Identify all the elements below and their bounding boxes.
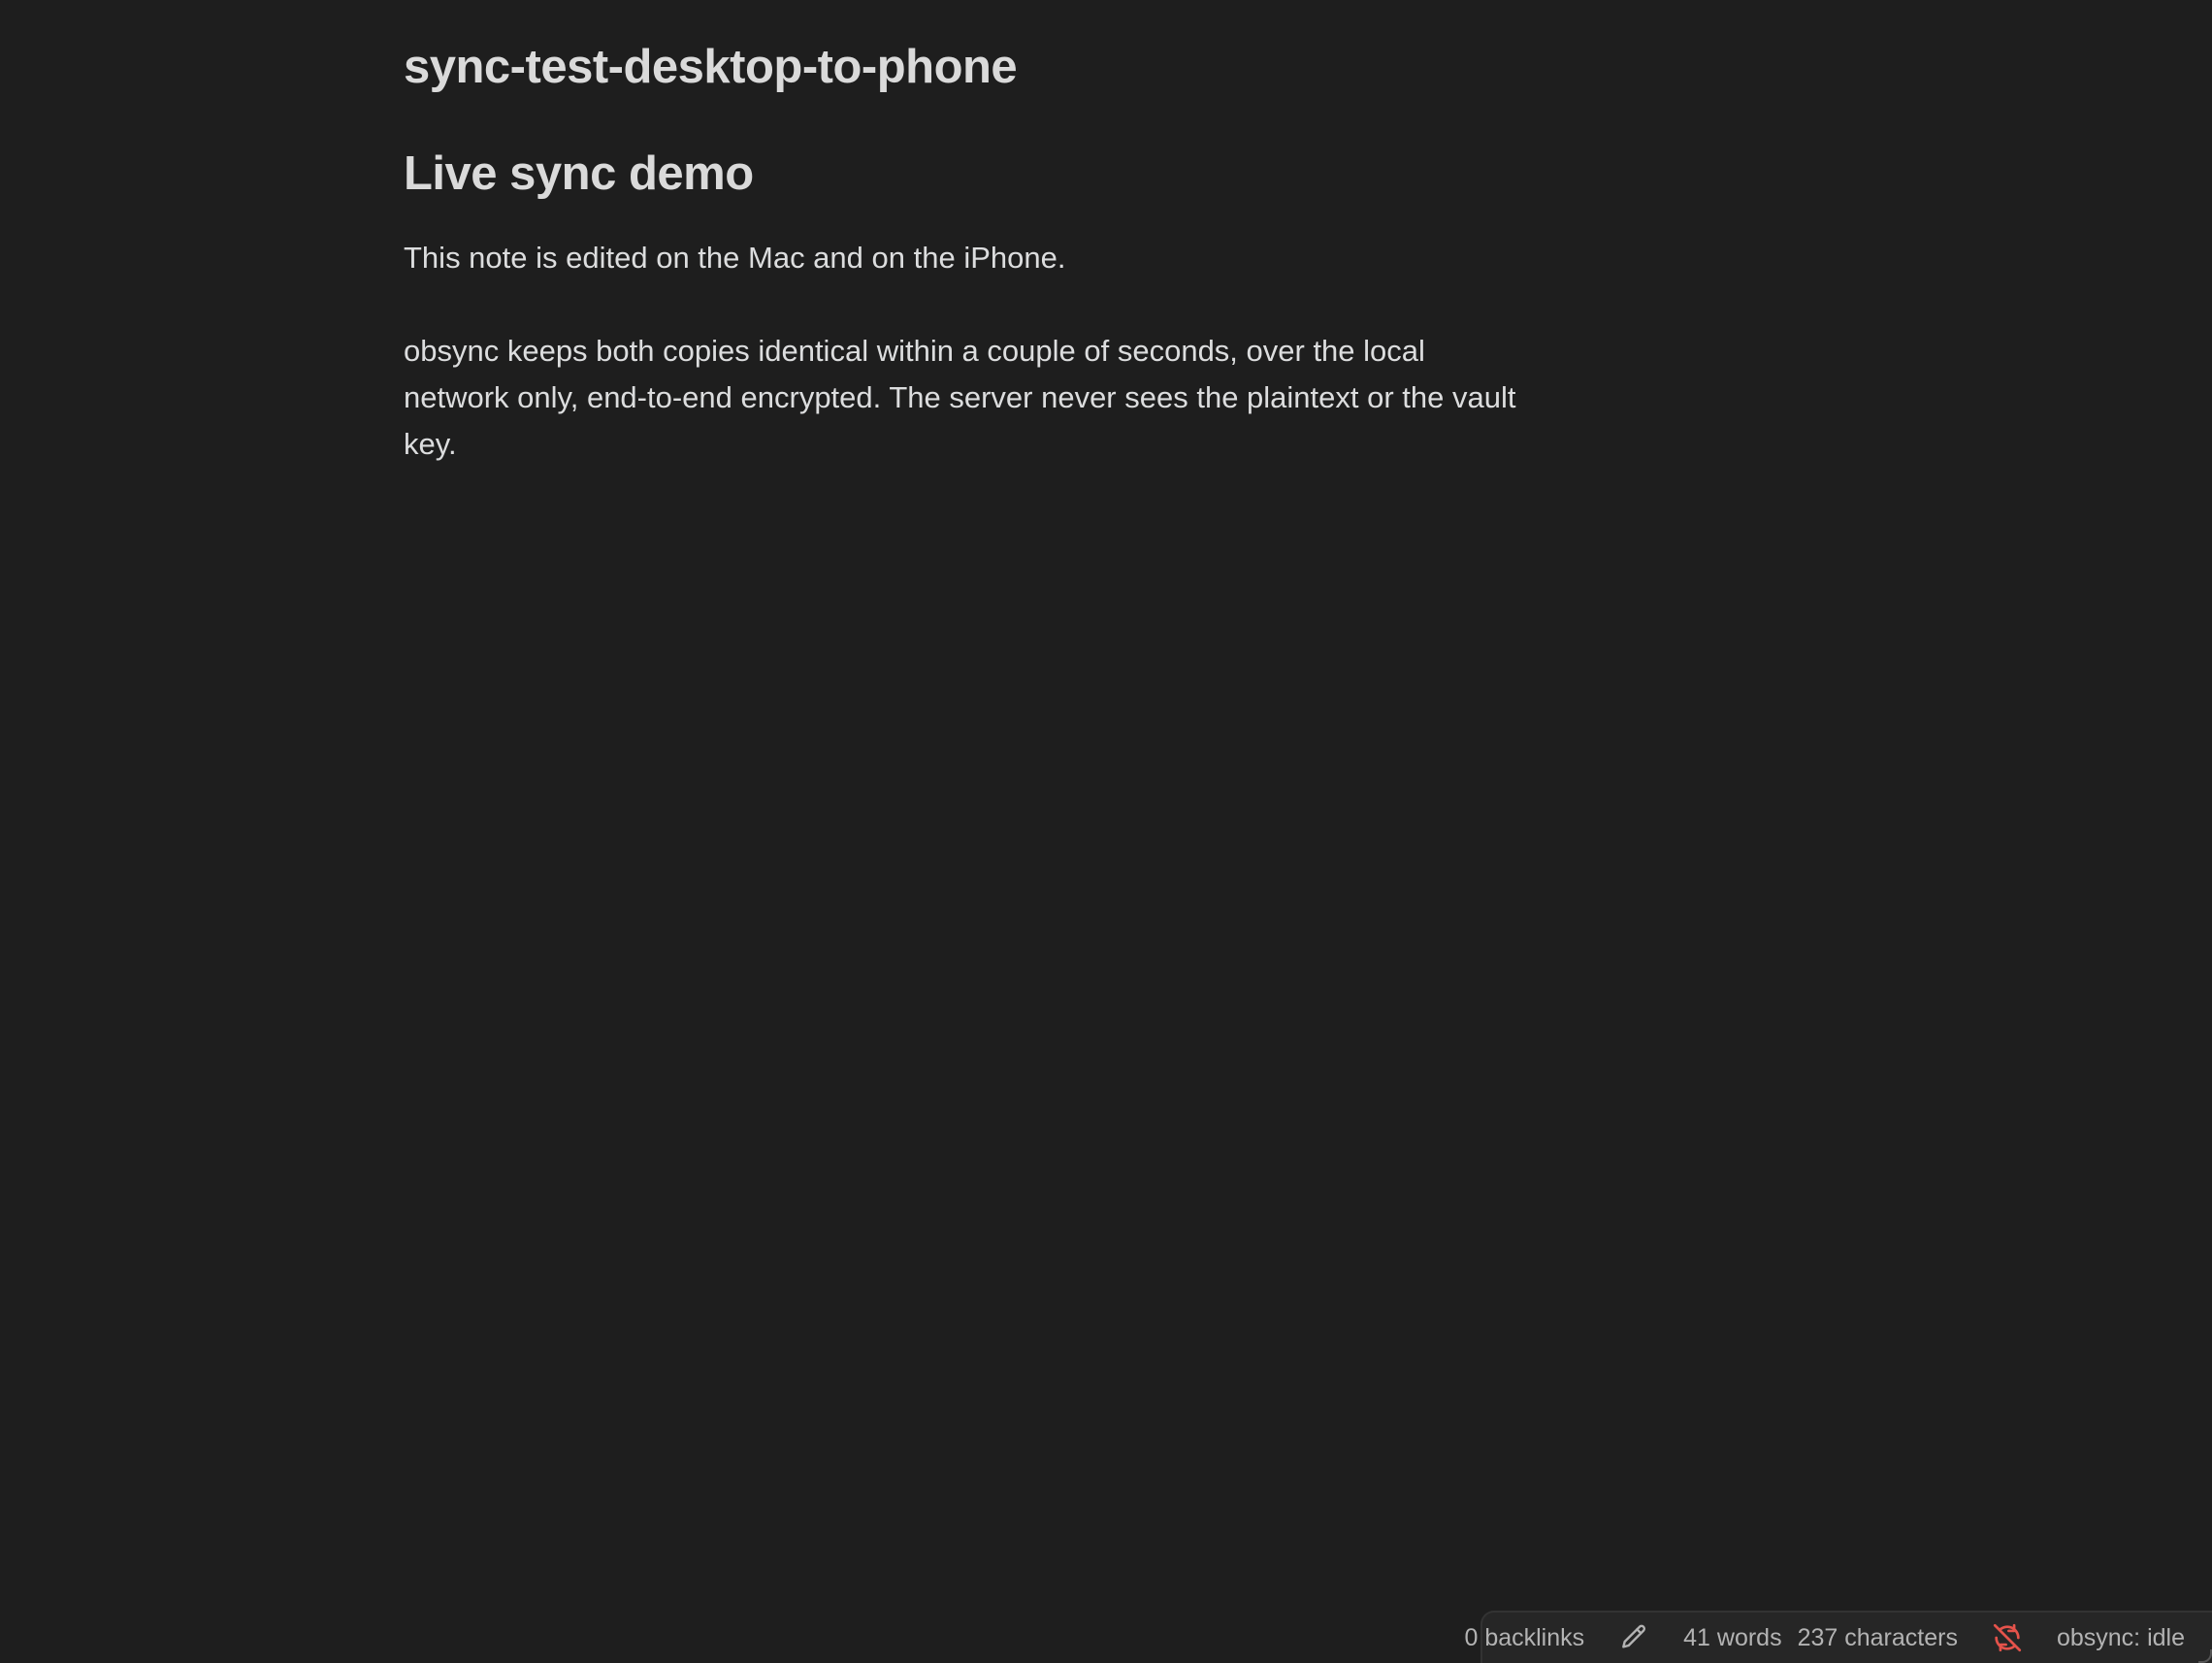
app-window: sync-test-desktop-to-phone Live sync dem… <box>0 0 2212 1663</box>
sync-status-label[interactable]: obsync: idle <box>2049 1624 2193 1652</box>
backlinks-count[interactable]: 0 backlinks <box>1456 1624 1592 1652</box>
sync-off-icon <box>1991 1621 2024 1654</box>
note-heading[interactable]: Live sync demo <box>404 140 1529 208</box>
status-bar: 0 backlinks 41 words 237 characters obsy… <box>1464 1611 2212 1663</box>
note-body[interactable]: Live sync demo This note is edited on th… <box>404 140 1529 468</box>
note-editor[interactable]: sync-test-desktop-to-phone Live sync dem… <box>404 29 1529 514</box>
note-title[interactable]: sync-test-desktop-to-phone <box>404 29 1529 105</box>
pencil-icon <box>1617 1621 1650 1654</box>
sync-status-button[interactable] <box>1983 1621 2032 1654</box>
window-resize-handle[interactable] <box>2198 1649 2212 1663</box>
note-paragraph-2[interactable]: obsync keeps both copies identical withi… <box>404 328 1529 468</box>
edit-mode-toggle[interactable] <box>1610 1621 1658 1654</box>
note-paragraph-1[interactable]: This note is edited on the Mac and on th… <box>404 235 1529 281</box>
word-count: 41 words <box>1683 1623 1782 1651</box>
character-count: 237 characters <box>1797 1623 1958 1651</box>
